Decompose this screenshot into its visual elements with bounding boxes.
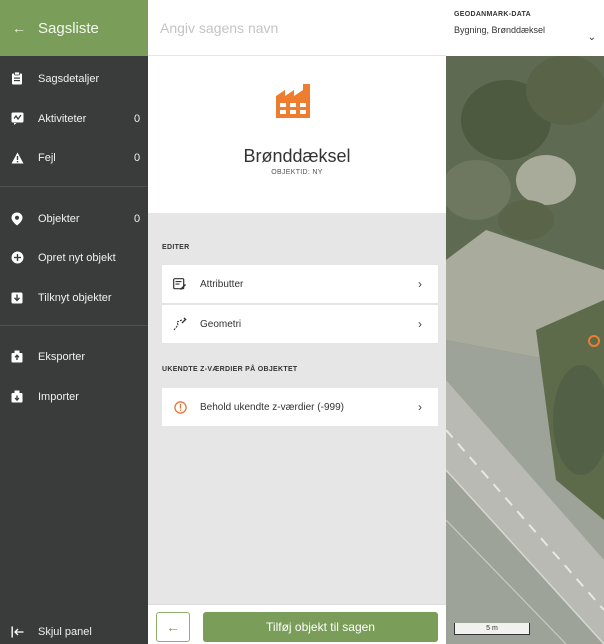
row-label: Geometri — [200, 318, 242, 330]
object-id: OBJEKTID: NY — [271, 169, 323, 176]
sidebar-item-aktiviteter[interactable]: Aktiviteter 0 — [0, 108, 148, 129]
object-title: Brønddæksel — [243, 146, 351, 166]
hide-panel-label: Skjul panel — [38, 625, 92, 638]
row-label: Behold ukendte z-værdier (-999) — [200, 401, 344, 413]
sidebar-item-eksporter[interactable]: Eksporter — [0, 346, 148, 367]
sidebar-item-label: Eksporter — [38, 350, 86, 363]
row-attributter[interactable]: Attributter › — [162, 265, 438, 303]
sidebar-item-opret-nyt-objekt[interactable]: Opret nyt objekt — [0, 247, 148, 268]
row-label: Attributter — [200, 278, 244, 290]
warning-icon — [10, 151, 24, 165]
sidebar-item-importer[interactable]: Importer — [0, 386, 148, 407]
add-object-button[interactable]: Tilføj objekt til sagen — [203, 612, 438, 642]
location-pin-icon — [10, 212, 24, 226]
row-divider — [162, 303, 438, 304]
activity-icon — [10, 112, 24, 126]
sidebar-item-label: Objekter — [38, 212, 80, 225]
sidebar-divider — [0, 325, 148, 326]
case-name-input[interactable] — [148, 0, 446, 56]
import-icon — [10, 390, 24, 404]
sidebar-item-label: Fejl — [38, 151, 56, 164]
sidebar-item-label: Aktiviteter — [38, 112, 87, 125]
info-circle-icon — [172, 399, 188, 415]
collapse-left-icon — [10, 625, 24, 639]
sidebar-item-label: Sagsdetaljer — [38, 72, 100, 85]
row-geometri[interactable]: Geometri › — [162, 305, 438, 343]
export-icon — [10, 350, 24, 364]
sidebar-title: Sagsliste — [38, 19, 99, 37]
map-view[interactable]: GEODANMARK-DATA Bygning, Brønddæksel ⌄ 5… — [446, 0, 604, 644]
sidebar-item-label: Opret nyt objekt — [38, 251, 116, 264]
sidebar-item-count: 0 — [134, 212, 141, 225]
map-scale-bar: 5 m — [454, 623, 530, 635]
sidebar-divider — [0, 186, 148, 187]
layer-value: Bygning, Brønddæksel — [454, 25, 546, 35]
factory-icon — [276, 84, 312, 118]
attributes-icon — [172, 276, 188, 292]
clipboard-icon — [10, 72, 24, 86]
object-header: Brønddæksel OBJEKTID: NY — [148, 0, 446, 213]
hide-panel-button[interactable]: Skjul panel — [0, 621, 148, 642]
arrow-left-icon: ← — [12, 20, 26, 36]
arrow-left-icon: ← — [166, 619, 180, 635]
back-button[interactable]: ← — [156, 612, 190, 642]
chevron-right-icon: › — [418, 400, 422, 414]
sidebar-item-tilknyt-objekter[interactable]: Tilknyt objekter — [0, 287, 148, 308]
aerial-map-image — [446, 0, 604, 644]
geometry-icon — [172, 316, 188, 332]
sidebar-item-count: 0 — [134, 112, 141, 125]
sidebar-item-label: Importer — [38, 390, 79, 403]
action-bar: ← Tilføj objekt til sagen — [148, 604, 446, 644]
link-download-icon — [10, 291, 24, 305]
chevron-right-icon: › — [418, 277, 422, 291]
sidebar-item-objekter[interactable]: Objekter 0 — [0, 208, 148, 229]
sidebar-item-count: 0 — [134, 151, 141, 164]
sidebar-item-sagsdetaljer[interactable]: Sagsdetaljer — [0, 68, 148, 89]
sidebar-header-back[interactable]: ← Sagsliste — [0, 0, 148, 56]
chevron-down-icon: ⌄ — [587, 32, 596, 43]
sidebar-item-fejl[interactable]: Fejl 0 — [0, 147, 148, 168]
section-label-z-values: UKENDTE Z-VÆRDIER PÅ OBJEKTET — [162, 366, 298, 373]
add-circle-icon — [10, 251, 24, 265]
layer-selector[interactable]: GEODANMARK-DATA Bygning, Brønddæksel ⌄ — [446, 0, 604, 56]
object-panel: Brønddæksel OBJEKTID: NY EDITER Attribut… — [148, 0, 446, 644]
sidebar: ← Sagsliste Sagsdetaljer Aktiviteter 0 F… — [0, 0, 148, 644]
section-label-editer: EDITER — [162, 244, 190, 251]
chevron-right-icon: › — [418, 317, 422, 331]
sidebar-item-label: Tilknyt objekter — [38, 291, 112, 304]
layer-label: GEODANMARK-DATA — [454, 11, 531, 18]
row-keep-unknown-z[interactable]: Behold ukendte z-værdier (-999) › — [162, 388, 438, 426]
